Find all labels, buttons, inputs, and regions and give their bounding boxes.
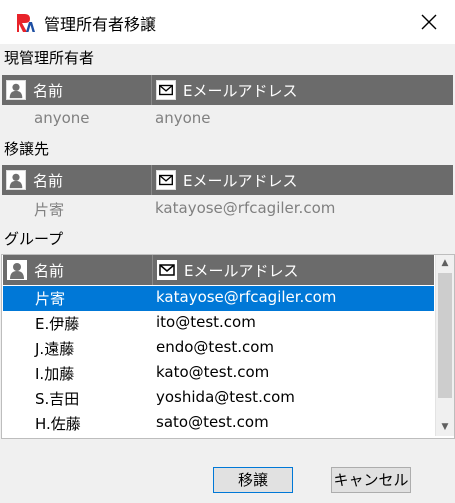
mail-icon (156, 80, 176, 100)
transfer-button[interactable]: 移譲 (213, 467, 293, 493)
transfer-to-email: katayose@rfcagiler.com (155, 199, 336, 217)
group-label: グループ (4, 230, 64, 248)
cancel-button[interactable]: キャンセル (331, 467, 411, 493)
owner-name: anyone (34, 109, 90, 127)
group-row-email: ito@test.com (156, 313, 256, 331)
group-row[interactable]: 片寄 katayose@rfcagiler.com (3, 286, 434, 311)
current-owner-label: 現管理所有者 (4, 49, 95, 67)
group-header: 名前 Eメールアドレス (3, 255, 434, 285)
column-label-name: 名前 (34, 262, 65, 280)
column-header-email[interactable]: Eメールアドレス (153, 255, 434, 285)
group-row[interactable]: S.吉田 yoshida@test.com (3, 386, 434, 411)
window-title: 管理所有者移譲 (44, 15, 157, 34)
scroll-up-icon[interactable]: ▲ (436, 255, 454, 272)
column-header-name[interactable]: 名前 (2, 75, 152, 105)
group-row-email: yoshida@test.com (156, 388, 295, 406)
group-row-name: S.吉田 (35, 390, 80, 408)
current-owner-header: 名前 Eメールアドレス (2, 75, 453, 105)
group-list: 名前 Eメールアドレス 片寄 katayose@rfcagiler.com E.… (1, 254, 455, 439)
group-row-name: 片寄 (35, 290, 66, 308)
person-icon (6, 170, 26, 190)
vertical-scrollbar[interactable]: ▲ ▼ (435, 255, 454, 436)
group-row-name: H.佐藤 (35, 415, 81, 433)
group-row-email: katayose@rfcagiler.com (156, 288, 337, 306)
mail-icon (157, 260, 177, 280)
group-row-email: endo@test.com (156, 338, 275, 356)
title-bar: 管理所有者移譲 (0, 0, 455, 44)
group-row-name: J.遠藤 (35, 340, 75, 358)
owner-email: anyone (155, 109, 211, 127)
group-row[interactable]: J.遠藤 endo@test.com (3, 336, 434, 361)
person-icon (6, 80, 26, 100)
column-label-email: Eメールアドレス (183, 172, 298, 190)
scrollbar-thumb[interactable] (438, 273, 452, 398)
group-row-name: I.加藤 (35, 365, 75, 383)
group-row-email: sato@test.com (156, 413, 269, 431)
column-label-email: Eメールアドレス (183, 82, 298, 100)
group-row[interactable]: E.伊藤 ito@test.com (3, 311, 434, 336)
group-row-name: E.伊藤 (35, 315, 80, 333)
person-icon (7, 260, 27, 280)
current-owner-row: anyone anyone (2, 107, 453, 131)
mail-icon (156, 170, 176, 190)
group-row[interactable]: I.加藤 kato@test.com (3, 361, 434, 386)
column-label-email: Eメールアドレス (184, 262, 299, 280)
column-label-name: 名前 (33, 172, 64, 190)
close-icon[interactable] (414, 8, 444, 36)
column-header-name[interactable]: 名前 (2, 165, 152, 195)
column-label-name: 名前 (33, 82, 64, 100)
scroll-down-icon[interactable]: ▼ (436, 419, 454, 436)
transfer-to-row: 片寄 katayose@rfcagiler.com (2, 197, 453, 221)
group-row-email: kato@test.com (156, 363, 270, 381)
column-header-name[interactable]: 名前 (3, 255, 153, 285)
column-header-email[interactable]: Eメールアドレス (152, 165, 452, 195)
transfer-to-name: 片寄 (34, 201, 65, 219)
group-row[interactable]: H.佐藤 sato@test.com (3, 411, 434, 436)
transfer-to-header: 名前 Eメールアドレス (2, 165, 453, 195)
app-logo-icon (17, 14, 35, 32)
transfer-to-label: 移譲先 (4, 140, 50, 158)
column-header-email[interactable]: Eメールアドレス (152, 75, 452, 105)
